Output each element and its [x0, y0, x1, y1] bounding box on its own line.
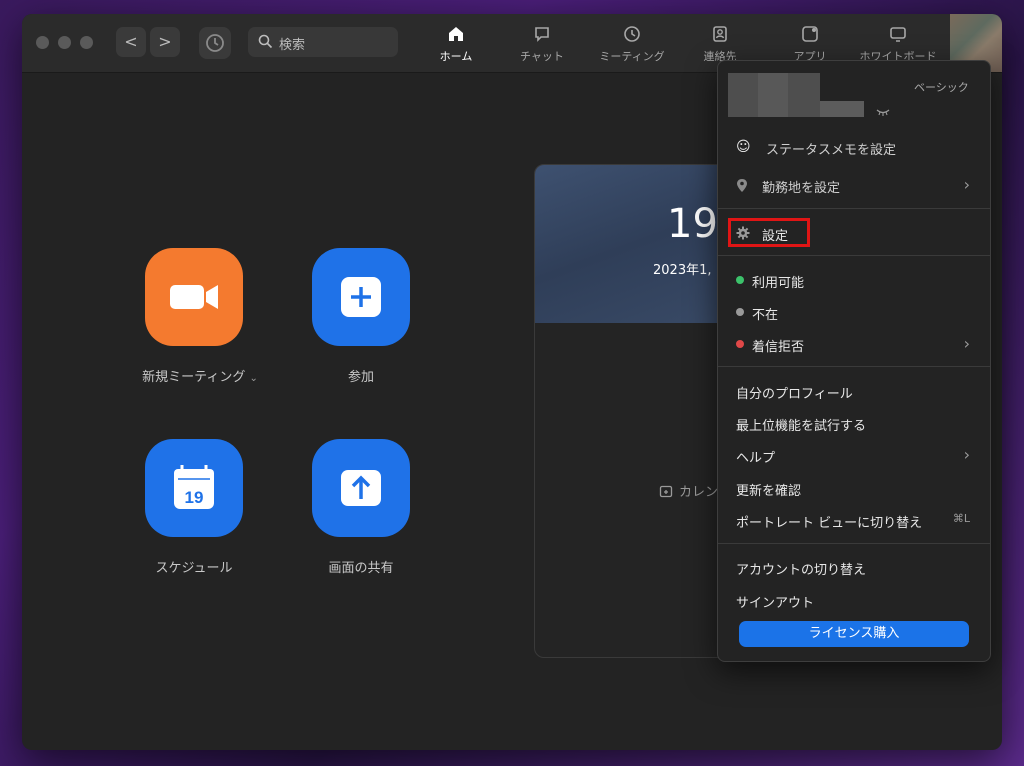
calendar-empty-text: カレン — [659, 481, 718, 500]
tab-whiteboard[interactable]: ホワイトボード — [856, 24, 940, 64]
back-button[interactable]: < — [116, 27, 146, 57]
buy-license-button[interactable]: ライセンス購入 — [739, 621, 969, 647]
current-date: 2023年1, — [653, 263, 712, 278]
chevron-right-icon: › — [963, 334, 970, 353]
tab-meetings[interactable]: ミーティング — [592, 24, 672, 64]
video-camera-icon — [170, 285, 218, 309]
search-box[interactable]: 検索 — [248, 27, 398, 57]
current-time: 19 — [667, 201, 718, 247]
profile-email-blurred — [820, 101, 864, 117]
settings-highlight-box — [728, 218, 810, 247]
minimize-window-button[interactable] — [58, 36, 71, 49]
home-icon — [449, 27, 463, 41]
calendar-add-icon — [659, 485, 673, 498]
close-window-button[interactable] — [36, 36, 49, 49]
forward-button[interactable]: > — [150, 27, 180, 57]
away-status-dot — [736, 308, 744, 316]
share-screen-button[interactable] — [312, 439, 410, 537]
chevron-right-icon: › — [963, 175, 970, 194]
join-button[interactable] — [312, 248, 410, 346]
schedule-button[interactable]: 19 — [145, 439, 243, 537]
join-label: 参加 — [347, 370, 374, 385]
new-meeting-label[interactable]: 新規ミーティング ⌄ — [130, 366, 270, 385]
divider — [718, 255, 990, 256]
status-dnd-item[interactable]: 着信拒否 › — [718, 334, 990, 356]
chevron-down-icon[interactable]: ⌄ — [249, 373, 257, 384]
history-button[interactable] — [199, 27, 231, 59]
set-status-memo-item[interactable]: ☺ ステータスメモを設定 — [718, 139, 990, 161]
my-profile-item[interactable]: 自分のプロフィール — [718, 383, 990, 403]
profile-menu: ベーシック ☺ ステータスメモを設定 勤務地を設定 › 設定 利用可能 不在 着… — [717, 60, 991, 662]
tab-home[interactable]: ホーム — [424, 24, 488, 64]
divider — [718, 543, 990, 544]
sign-out-item[interactable]: サインアウト — [718, 592, 990, 612]
share-screen-label: 画面の共有 — [328, 561, 394, 576]
try-top-features-item[interactable]: 最上位機能を試行する — [718, 415, 990, 435]
dnd-status-dot — [736, 340, 744, 348]
hidden-eye-icon[interactable] — [876, 107, 890, 117]
tab-chat[interactable]: チャット — [508, 24, 576, 64]
search-icon — [258, 34, 273, 49]
tab-apps[interactable]: アプリ — [784, 24, 836, 64]
contacts-icon — [713, 26, 727, 42]
divider — [718, 366, 990, 367]
whiteboard-icon — [890, 27, 906, 42]
schedule-label: スケジュール — [155, 561, 233, 576]
check-updates-item[interactable]: 更新を確認 — [718, 480, 990, 500]
smile-emoji-icon: ☺ — [736, 139, 751, 155]
shortcut-label: ⌘L — [952, 512, 970, 525]
new-meeting-button[interactable] — [145, 248, 243, 346]
tab-label: チャット — [520, 50, 564, 63]
switch-account-item[interactable]: アカウントの切り替え — [718, 559, 990, 579]
share-screen-icon — [341, 470, 381, 506]
zoom-window-button[interactable] — [80, 36, 93, 49]
divider — [718, 208, 990, 209]
help-item[interactable]: ヘルプ › — [718, 445, 990, 467]
status-available-item[interactable]: 利用可能 — [718, 272, 990, 292]
svg-text:19: 19 — [185, 488, 204, 507]
portrait-view-item[interactable]: ポートレート ビューに切り替え ⌘L — [718, 512, 990, 532]
apps-icon — [802, 26, 818, 42]
calendar-icon: 19 — [174, 465, 214, 509]
chat-icon — [535, 27, 549, 42]
plan-badge: ベーシック — [914, 81, 969, 94]
clock-icon — [624, 26, 640, 42]
location-pin-icon — [737, 179, 747, 192]
history-icon — [206, 34, 224, 52]
search-placeholder: 検索 — [279, 38, 306, 53]
profile-name-blurred-block — [758, 73, 788, 117]
set-work-location-item[interactable]: 勤務地を設定 › — [718, 175, 990, 199]
tab-label: ホーム — [439, 50, 473, 63]
available-status-dot — [736, 276, 744, 284]
tab-contacts[interactable]: 連絡先 — [694, 24, 746, 64]
status-away-item[interactable]: 不在 — [718, 304, 990, 324]
plus-icon — [341, 277, 381, 317]
tab-label: ミーティング — [599, 50, 665, 63]
chevron-right-icon: › — [963, 445, 970, 464]
calendar-card: 19 2023年1, カレン — [534, 164, 736, 658]
